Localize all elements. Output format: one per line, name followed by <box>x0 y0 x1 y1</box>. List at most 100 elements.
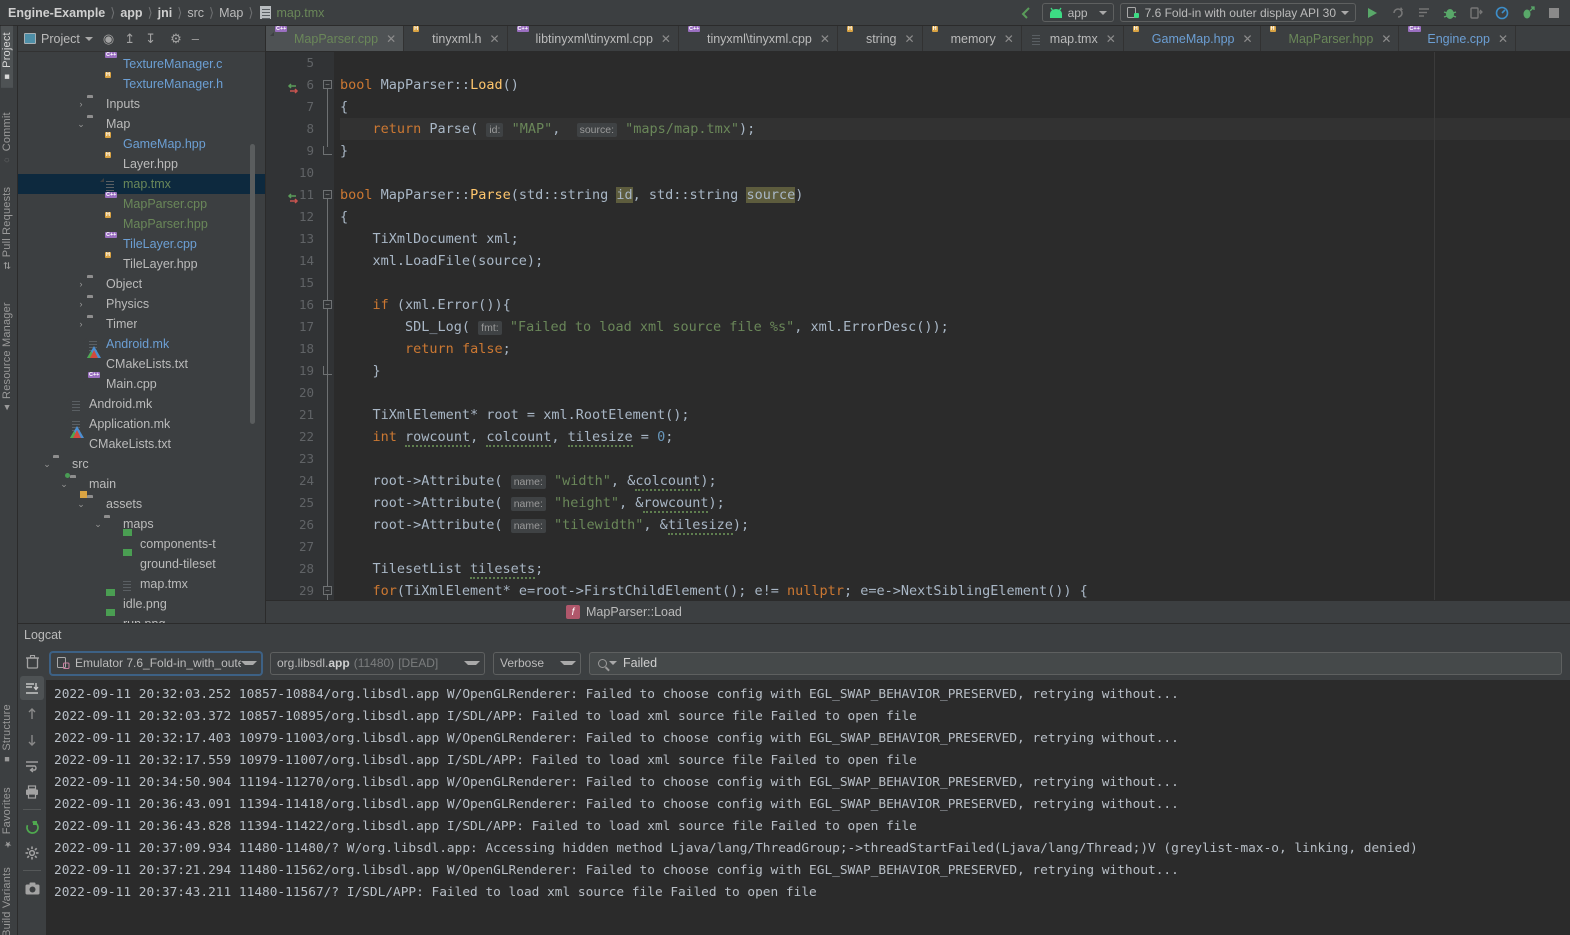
code-line[interactable]: } <box>340 360 1570 382</box>
settings-gear-icon[interactable]: ⚙ <box>170 32 182 45</box>
sidebar-item-build-variants[interactable]: Build Variants <box>1 861 13 935</box>
breadcrumb-item-file[interactable]: map.tmx <box>276 6 324 20</box>
breadcrumb-item-jni[interactable]: jni <box>158 6 173 20</box>
breadcrumb-item-project[interactable]: Engine-Example <box>8 6 105 20</box>
project-view-selector[interactable]: Project <box>24 32 93 46</box>
code-line[interactable] <box>340 52 1570 74</box>
module-selector[interactable]: app <box>1042 3 1114 22</box>
close-icon[interactable]: ✕ <box>489 32 499 46</box>
logcat-device-selector[interactable]: Emulator 7.6_Fold-in_with_outer <box>50 652 262 675</box>
tree-item[interactable]: CMakeLists.txt <box>18 434 265 454</box>
code-line[interactable]: TiXmlElement* root = xml.RootElement(); <box>340 404 1570 426</box>
logcat-icon[interactable] <box>1414 3 1434 23</box>
attach-debugger-icon[interactable] <box>1466 3 1486 23</box>
tree-item[interactable]: HTextureManager.h <box>18 74 265 94</box>
tree-item[interactable]: C++Main.cpp <box>18 374 265 394</box>
fold-end-icon[interactable] <box>323 366 332 375</box>
close-icon[interactable]: ✕ <box>1381 32 1391 46</box>
code-line[interactable]: TilesetList tilesets; <box>340 558 1570 580</box>
tree-item[interactable]: ground-tileset <box>18 554 265 574</box>
expand-all-icon[interactable]: ↥ <box>124 32 135 45</box>
tree-item[interactable]: ›Physics <box>18 294 265 314</box>
tree-item[interactable]: C++TextureManager.c <box>18 54 265 74</box>
editor-tab[interactable]: C++MapParser.cpp✕ <box>266 26 404 51</box>
profiler-icon[interactable] <box>1492 3 1512 23</box>
sidebar-item-project[interactable]: ■ Project <box>1 26 13 88</box>
tree-item[interactable]: map.tmx <box>18 574 265 594</box>
sidebar-item-pull-requests[interactable]: ⇄ Pull Requests <box>1 181 13 275</box>
fold-icon[interactable]: − <box>323 300 332 309</box>
tree-item[interactable]: C++MapParser.cpp <box>18 194 265 214</box>
clear-logcat-icon[interactable] <box>20 650 44 674</box>
locate-file-icon[interactable]: ◉ <box>103 32 114 45</box>
settings-gear-icon[interactable] <box>20 841 44 865</box>
code-line[interactable] <box>340 536 1570 558</box>
code-line[interactable] <box>340 382 1570 404</box>
tree-item[interactable]: components-t <box>18 534 265 554</box>
close-icon[interactable]: ✕ <box>905 32 915 46</box>
code-line[interactable]: { <box>340 96 1570 118</box>
editor-tab[interactable]: Hstring✕ <box>838 26 923 51</box>
tree-item[interactable]: ⌄assets <box>18 494 265 514</box>
code-line[interactable] <box>340 162 1570 184</box>
editor-tab[interactable]: map.tmx✕ <box>1022 26 1124 51</box>
fold-end-icon[interactable] <box>323 146 332 155</box>
code-editor[interactable]: 5678910111213141516171819202122232425262… <box>266 52 1570 600</box>
back-arrow-icon[interactable] <box>1016 3 1036 23</box>
tree-item[interactable]: Application.mk <box>18 414 265 434</box>
source-code[interactable]: bool MapParser::Load(){ return Parse( id… <box>334 52 1570 600</box>
code-line[interactable]: TiXmlDocument xml; <box>340 228 1570 250</box>
close-icon[interactable]: ✕ <box>1106 32 1116 46</box>
run-button[interactable] <box>1362 3 1382 23</box>
restart-icon[interactable] <box>20 815 44 839</box>
close-icon[interactable]: ✕ <box>661 32 671 46</box>
editor-tab[interactable]: Hmemory✕ <box>923 26 1022 51</box>
run-with-coverage-icon[interactable] <box>1518 3 1538 23</box>
breadcrumb-item-map[interactable]: Map <box>219 6 243 20</box>
tree-item[interactable]: ›Inputs <box>18 94 265 114</box>
scroll-to-end-icon[interactable] <box>20 676 44 700</box>
tree-expand-arrow[interactable]: ⌄ <box>75 499 87 510</box>
code-line[interactable] <box>340 448 1570 470</box>
close-icon[interactable]: ✕ <box>386 32 396 46</box>
print-icon[interactable] <box>20 780 44 804</box>
code-line[interactable]: return false; <box>340 338 1570 360</box>
logcat-process-selector[interactable]: org.libsdl.app (11480) [DEAD] <box>270 652 485 675</box>
editor-breadcrumb[interactable]: f MapParser::Load <box>266 600 1570 623</box>
tree-item[interactable]: HMapParser.hpp <box>18 214 265 234</box>
code-line[interactable]: xml.LoadFile(source); <box>340 250 1570 272</box>
code-line[interactable]: } <box>340 140 1570 162</box>
tree-expand-arrow[interactable]: ⌄ <box>41 459 53 470</box>
tree-scrollbar[interactable] <box>250 144 255 424</box>
tree-item[interactable]: ⌄src <box>18 454 265 474</box>
tree-expand-arrow[interactable]: ⌄ <box>75 119 87 130</box>
close-icon[interactable]: ✕ <box>1242 32 1252 46</box>
logcat-level-selector[interactable]: Verbose <box>493 652 581 675</box>
code-line[interactable]: root->Attribute( name: "tilewidth", &til… <box>340 514 1570 536</box>
tree-item[interactable]: idle.png <box>18 594 265 614</box>
code-line[interactable]: bool MapParser::Load() <box>340 74 1570 96</box>
tree-item[interactable]: run.png <box>18 614 265 623</box>
down-arrow-icon[interactable] <box>20 728 44 752</box>
device-selector[interactable]: 7.6 Fold-in with outer display API 30 <box>1120 3 1356 22</box>
code-line[interactable]: int rowcount, colcount, tilesize = 0; <box>340 426 1570 448</box>
project-file-tree[interactable]: C++TextureManager.cHTextureManager.h›Inp… <box>18 52 265 623</box>
code-line[interactable]: if (xml.Error()){ <box>340 294 1570 316</box>
tree-expand-arrow[interactable]: › <box>75 99 87 109</box>
screenshot-camera-icon[interactable] <box>20 876 44 900</box>
method-navigation-icon[interactable] <box>286 82 300 96</box>
tree-item[interactable]: ›Timer <box>18 314 265 334</box>
tree-item[interactable]: HLayer.hpp <box>18 154 265 174</box>
tree-expand-arrow[interactable]: › <box>75 319 87 329</box>
tree-item[interactable]: Android.mk <box>18 334 265 354</box>
sidebar-item-resource-manager[interactable]: ▲ Resource Manager <box>1 296 13 419</box>
code-line[interactable] <box>340 272 1570 294</box>
fold-icon[interactable]: − <box>323 586 332 595</box>
tree-item[interactable]: ⌄main <box>18 474 265 494</box>
tree-item[interactable]: HTileLayer.hpp <box>18 254 265 274</box>
tree-item[interactable]: ⌄maps <box>18 514 265 534</box>
up-arrow-icon[interactable] <box>20 702 44 726</box>
method-navigation-icon[interactable] <box>286 192 300 206</box>
editor-tab[interactable]: Htinyxml.h✕ <box>404 26 507 51</box>
code-line[interactable]: root->Attribute( name: "width", &colcoun… <box>340 470 1570 492</box>
